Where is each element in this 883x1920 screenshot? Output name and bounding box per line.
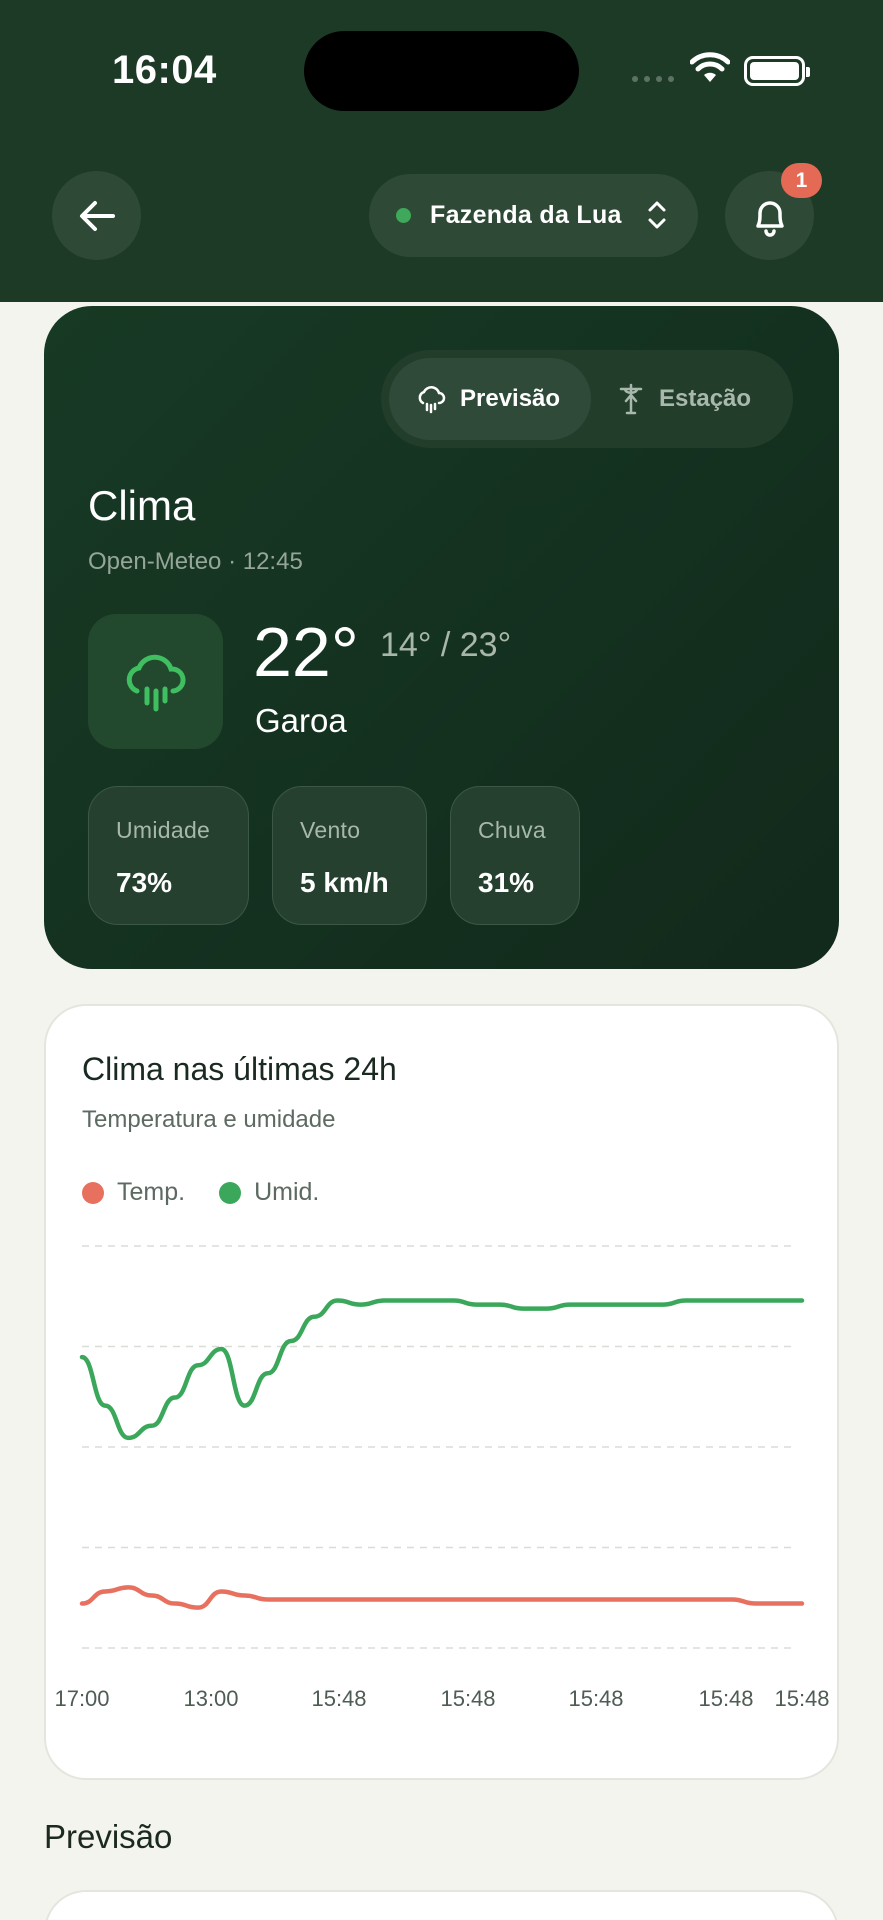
metric-value: 5 km/h: [300, 867, 389, 898]
x-tick-label: 15:48: [440, 1686, 495, 1711]
arrow-left-icon: [79, 200, 115, 231]
metric-value: 73%: [116, 867, 173, 898]
forecast-card: [44, 1890, 839, 1920]
metric-label: Vento: [300, 817, 361, 843]
condition-label: Garoa: [255, 702, 347, 739]
tab-previsao-label: Previsão: [460, 385, 561, 412]
farm-selector[interactable]: Fazenda da Lua: [369, 174, 698, 257]
tab-estacao[interactable]: Estação: [603, 358, 783, 440]
tab-estacao-label: Estação: [659, 385, 752, 412]
metric-label: Umidade: [116, 817, 211, 843]
cloud-drizzle-icon: [126, 654, 186, 711]
metric-rain: Chuva 31%: [450, 786, 580, 925]
temperature-range: 14° / 23°: [380, 626, 512, 664]
x-tick-label: 15:48: [568, 1686, 623, 1711]
weather-station-icon: [619, 383, 643, 415]
cellular-signal-icon: [632, 76, 674, 82]
line-chart: 17:00 13:00 15:48 15:48 15:48 15:48 15:48: [54, 1245, 830, 1711]
weather-card: Previsão Estação Clima Open-Meteo · 12:4…: [44, 306, 839, 969]
farm-status-dot: [396, 208, 411, 223]
chevron-up-down-icon: [648, 201, 666, 229]
metric-humidity: Umidade 73%: [88, 786, 249, 925]
farm-name: Fazenda da Lua: [430, 201, 622, 229]
metric-wind: Vento 5 km/h: [272, 786, 427, 925]
x-tick-label: 15:48: [698, 1686, 753, 1711]
weather-source-toggle: Previsão Estação: [381, 350, 793, 448]
back-button[interactable]: [52, 171, 141, 260]
condition-tile: [88, 614, 223, 749]
battery-icon: [744, 56, 810, 86]
x-tick-label: 13:00: [183, 1686, 238, 1711]
metric-label: Chuva: [478, 817, 546, 843]
x-tick-label: 15:48: [774, 1686, 829, 1711]
metric-value: 31%: [478, 867, 535, 898]
current-temperature: 22°: [253, 613, 359, 691]
header-bar: 16:04 Fazenda da Lua 1: [0, 0, 883, 302]
notification-badge: 1: [781, 163, 822, 198]
dynamic-island: [304, 31, 579, 111]
bell-icon: [755, 200, 784, 237]
history-chart-card: Clima nas últimas 24h Temperatura e umid…: [44, 1004, 839, 1780]
x-tick-label: 17:00: [54, 1686, 109, 1711]
weather-title: Clima: [88, 482, 196, 529]
weather-source: Open-Meteo · 12:45: [88, 548, 303, 575]
x-tick-label: 15:48: [311, 1686, 366, 1711]
tab-previsao[interactable]: Previsão: [389, 358, 591, 440]
series-line-temp: [79, 1585, 805, 1610]
forecast-section-title: Previsão: [44, 1818, 173, 1855]
status-time: 16:04: [112, 48, 217, 92]
series-line-umid: [79, 1298, 805, 1441]
wifi-icon: [690, 52, 730, 82]
cloud-rain-icon: [418, 386, 446, 414]
